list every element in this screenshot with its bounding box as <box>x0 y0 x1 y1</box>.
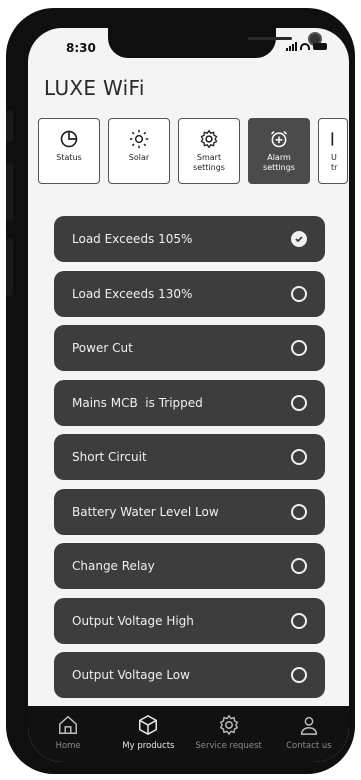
settings-tabs: Status Solar Smart settings Alarm settin… <box>38 118 348 190</box>
nav-label: Contact us <box>286 741 332 751</box>
list-item[interactable]: Battery Water Level Low <box>54 488 325 535</box>
signal-icon <box>286 42 297 51</box>
radio-icon[interactable] <box>291 285 307 302</box>
phone-frame: 8:30 LUXE WiFi Status Solar Smart settin… <box>6 8 355 774</box>
radio-icon[interactable] <box>291 449 307 465</box>
alarm-label: Mains MCB is Tripped <box>72 395 203 410</box>
nav-home[interactable]: Home <box>37 714 99 751</box>
tab-partial[interactable]: U tr <box>318 118 348 184</box>
status-icons <box>286 42 327 51</box>
list-item[interactable]: Change Relay <box>54 543 325 589</box>
alarm-label: Load Exceeds 130% <box>72 286 193 301</box>
list-item[interactable]: Power Cut <box>54 325 325 371</box>
alarm-label: Short Circuit <box>72 450 147 464</box>
alarm-label: Change Relay <box>72 559 155 573</box>
nav-service-request[interactable]: Service request <box>195 714 262 751</box>
pie-chart-icon <box>60 130 78 148</box>
alarm-label: Battery Water Level Low <box>72 504 219 519</box>
alarm-list: Load Exceeds 105% Load Exceeds 130% Powe… <box>54 216 325 727</box>
list-item[interactable]: Load Exceeds 105% <box>54 216 325 262</box>
radio-icon[interactable] <box>291 394 307 411</box>
nav-contact-us[interactable]: Contact us <box>278 714 340 751</box>
tab-smart-settings[interactable]: Smart settings <box>178 118 240 184</box>
notch <box>108 28 322 58</box>
speaker <box>248 37 292 40</box>
tab-label: Solar <box>128 153 150 162</box>
nav-label: Service request <box>195 741 262 751</box>
partial-icon <box>331 132 334 146</box>
tab-solar[interactable]: Solar <box>108 118 170 184</box>
list-item[interactable]: Output Voltage High <box>54 597 325 644</box>
radio-icon[interactable] <box>291 667 307 683</box>
radio-icon[interactable] <box>291 612 307 629</box>
nav-label: Home <box>55 741 81 751</box>
silent-switch <box>6 110 13 142</box>
alarm-clock-icon <box>270 130 288 148</box>
tab-label: Smart settings <box>193 153 225 172</box>
tab-status[interactable]: Status <box>38 118 100 184</box>
nav-label: My products <box>122 741 175 751</box>
volume-down-button <box>6 238 13 296</box>
tab-label: Status <box>56 153 82 162</box>
list-item[interactable]: Mains MCB is Tripped <box>54 379 325 426</box>
list-item[interactable]: Output Voltage Low <box>54 652 325 698</box>
battery-icon <box>313 43 327 50</box>
sun-icon <box>129 129 149 149</box>
volume-up-button <box>6 163 13 221</box>
box-icon <box>139 714 158 736</box>
alarm-label: Power Cut <box>72 341 133 355</box>
radio-icon[interactable] <box>291 340 307 356</box>
radio-icon[interactable] <box>291 503 307 520</box>
home-icon <box>59 715 78 734</box>
bottom-nav: Home My products Service request Contact… <box>28 706 349 762</box>
alarm-label: Load Exceeds 105% <box>72 232 193 246</box>
gear-icon <box>219 714 238 736</box>
app-title: LUXE WiFi <box>44 76 145 100</box>
gear-icon <box>200 129 218 149</box>
status-time: 8:30 <box>66 41 96 55</box>
wifi-icon <box>300 43 310 50</box>
alarm-label: Output Voltage Low <box>72 668 190 682</box>
list-item[interactable]: Load Exceeds 130% <box>54 270 325 317</box>
check-icon[interactable] <box>291 231 307 247</box>
person-icon <box>300 716 317 735</box>
list-item[interactable]: Short Circuit <box>54 434 325 480</box>
alarm-label: Output Voltage High <box>72 613 194 628</box>
tab-label: U tr <box>331 153 338 172</box>
screen: 8:30 LUXE WiFi Status Solar Smart settin… <box>28 28 349 762</box>
status-bar: 8:30 <box>28 28 349 76</box>
radio-icon[interactable] <box>291 558 307 574</box>
tab-alarm-settings[interactable]: Alarm settings <box>248 118 310 184</box>
tab-label: Alarm settings <box>263 153 295 172</box>
nav-my-products[interactable]: My products <box>117 714 179 751</box>
